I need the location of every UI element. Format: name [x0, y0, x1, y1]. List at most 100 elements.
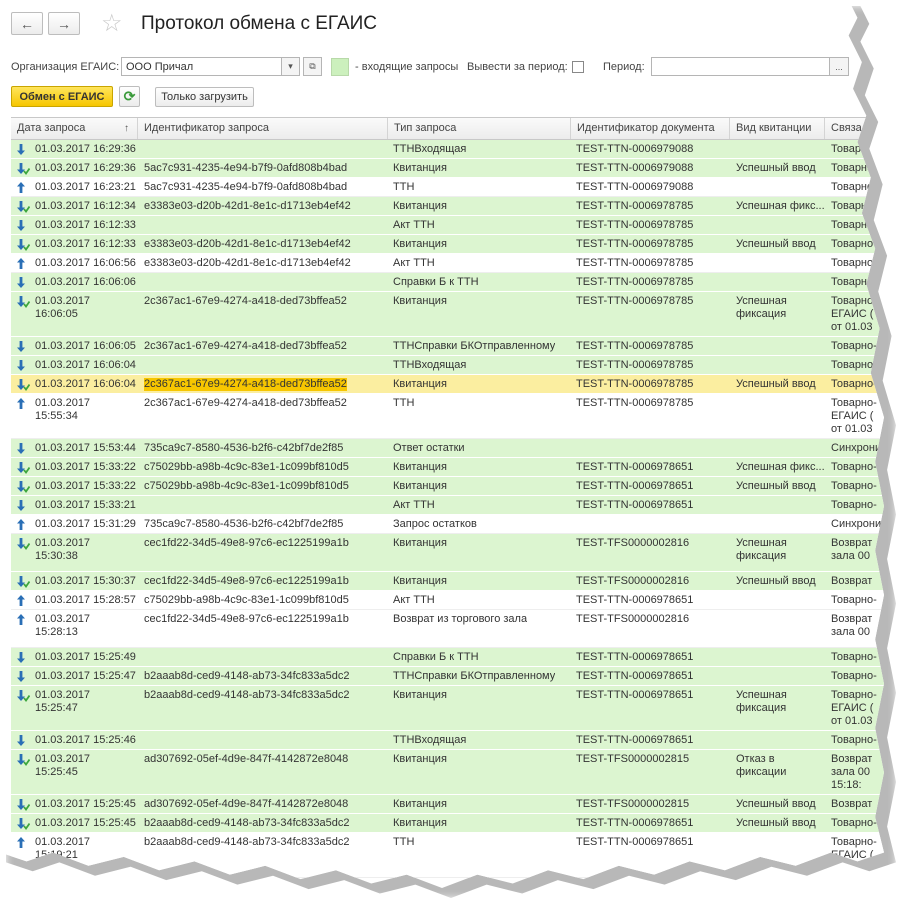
exchange-egais-button[interactable]: Обмен с ЕГАИС — [11, 86, 113, 107]
arrow-up-outgoing-icon — [17, 614, 25, 625]
cell-link: Товарно- ЕГАИС ( от 01.03 — [831, 689, 877, 727]
table-row[interactable]: 01.03.2017 16:12:33 Акт ТТН TEST-TTN-00069… — [11, 216, 884, 235]
table-row[interactable]: 01.03.2017 15:53:44 735ca9c7-8580-4536-b2… — [11, 439, 884, 458]
arrow-down-incoming-icon — [17, 360, 25, 371]
cell-date: 01.03.2017 15:25:49 — [35, 651, 136, 663]
cell-link: Товарно- — [831, 734, 877, 746]
cell-req: e3383e03-d20b-42d1-8e1c-d1713eb4ef42 — [144, 257, 351, 269]
period-select-button[interactable]: ... — [829, 57, 849, 76]
cell-date: 01.03.2017 16:23:21 — [35, 181, 136, 193]
table-row[interactable]: 01.03.2017 15:30:38 cec1fd22-34d5-49e8-97… — [11, 534, 884, 572]
cell-doc: TEST-TTN-0006979088 — [576, 162, 694, 174]
arrow-down-check-icon — [17, 379, 30, 391]
cell-req: c75029bb-a98b-4c9c-83e1-1c099bf810d5 — [144, 480, 349, 492]
cell-link: Товарно- — [831, 480, 877, 492]
cell-doc: TEST-TTN-0006978651 — [576, 461, 694, 473]
cell-type: Квитанция — [393, 798, 447, 810]
table-row[interactable]: 01.03.2017 15:31:29 735ca9c7-8580-4536-b2… — [11, 515, 884, 534]
cell-req: cec1fd22-34d5-49e8-97c6-ec1225199a1b — [144, 613, 349, 625]
cell-req: b2aaab8d-ced9-4148-ab73-34fc833a5dc2 — [144, 689, 350, 701]
cell-doc: TEST-TTN-0006978651 — [576, 594, 694, 606]
cell-link: Товарно- ЕГАИС ( от 01.03 — [831, 295, 877, 333]
forward-button[interactable]: → — [48, 12, 80, 35]
cell-kind: Успешная фиксация — [736, 295, 787, 320]
table-row[interactable]: 01.03.2017 15:25:45 ad307692-05ef-4d9e-84… — [11, 750, 884, 795]
arrow-down-incoming-icon — [17, 735, 25, 746]
table-row[interactable]: 01.03.2017 15:33:22 c75029bb-a98b-4c9c-83… — [11, 458, 884, 477]
cell-doc: TEST-TTN-0006978651 — [576, 817, 694, 829]
cell-doc: TEST-TFS0000002815 — [576, 798, 690, 810]
arrow-down-incoming-icon — [17, 220, 25, 231]
arrow-down-check-icon — [17, 754, 30, 766]
table-row[interactable]: 01.03.2017 15:25:45 b2aaab8d-ced9-4148-ab… — [11, 814, 884, 833]
table-row[interactable]: 01.03.2017 15:25:47 b2aaab8d-ced9-4148-ab… — [11, 686, 884, 731]
back-button[interactable]: ← — [11, 12, 43, 35]
arrow-down-check-icon — [17, 481, 30, 493]
table-row[interactable]: 01.03.2017 15:25:47 b2aaab8d-ced9-4148-ab… — [11, 667, 884, 686]
col-header-request-id[interactable]: Идентификатор запроса — [138, 118, 388, 139]
cell-doc: TEST-TFS0000002816 — [576, 613, 690, 625]
cell-doc: TEST-TTN-0006978785 — [576, 359, 694, 371]
cell-kind: Успешный ввод — [736, 480, 816, 492]
cell-date: 01.03.2017 16:06:06 — [35, 276, 136, 288]
cell-date: 01.03.2017 15:33:22 — [35, 480, 136, 492]
cell-req: 5ac7c931-4235-4e94-b7f9-0afd808b4bad — [144, 181, 348, 193]
cell-link: Возврат зала 00 — [831, 537, 873, 562]
col-header-request-type[interactable]: Тип запроса — [388, 118, 571, 139]
cell-doc: TEST-TTN-0006978785 — [576, 276, 694, 288]
table-row[interactable]: 01.03.2017 16:06:56 e3383e03-d20b-42d1-8e… — [11, 254, 884, 273]
table-row[interactable]: 01.03.2017 16:12:34 e3383e03-d20b-42d1-8e… — [11, 197, 884, 216]
arrow-down-check-icon — [17, 818, 30, 830]
table-row[interactable]: 01.03.2017 15:25:45 ad307692-05ef-4d9e-84… — [11, 795, 884, 814]
table-row[interactable]: 01.03.2017 15:33:21 Акт ТТН TEST-TTN-00069… — [11, 496, 884, 515]
table-row[interactable]: 01.03.2017 16:29:36 ТТНВходящая TEST-TTN-0… — [11, 140, 884, 159]
cell-req: 735ca9c7-8580-4536-b2f6-c42bf7de2f85 — [144, 442, 344, 454]
table-row[interactable]: 01.03.2017 15:30:37 cec1fd22-34d5-49e8-97… — [11, 572, 884, 591]
cell-link: Возврат — [831, 575, 873, 587]
favorite-star-icon[interactable]: ☆ — [101, 9, 123, 38]
table-row[interactable]: 01.03.2017 16:06:06 Справки Б к ТТН TEST-T… — [11, 273, 884, 292]
org-open-button[interactable]: ⧉ — [303, 57, 322, 76]
cell-type: Акт ТТН — [393, 257, 435, 269]
cell-doc: TEST-TTN-0006978785 — [576, 340, 694, 352]
table-row[interactable]: 01.03.2017 16:23:21 5ac7c931-4235-4e94-b7… — [11, 178, 884, 197]
org-dropdown-button[interactable]: ▾ — [281, 57, 300, 76]
cell-type: Акт ТТН — [393, 499, 435, 511]
col-header-date[interactable]: Дата запроса — [11, 118, 138, 139]
col-header-document-id[interactable]: Идентификатор документа — [571, 118, 730, 139]
table-row[interactable]: 01.03.2017 16:06:04 2c367ac1-67e9-4274-a4… — [11, 375, 884, 394]
page-title: Протокол обмена с ЕГАИС — [141, 13, 377, 34]
cell-type: Квитанция — [393, 238, 447, 250]
org-field[interactable]: ООО Причал — [121, 57, 282, 76]
col-header-receipt-kind[interactable]: Вид квитанции — [730, 118, 825, 139]
cell-req: b2aaab8d-ced9-4148-ab73-34fc833a5dc2 — [144, 670, 350, 682]
arrow-left-icon: ← — [20, 15, 34, 32]
arrow-down-incoming-icon — [17, 500, 25, 511]
refresh-button[interactable]: ⟳ — [119, 86, 140, 107]
table-row[interactable]: 01.03.2017 15:25:49 Справки Б к ТТН TEST-T… — [11, 648, 884, 667]
arrow-down-incoming-icon — [17, 277, 25, 288]
table-row[interactable]: 01.03.2017 16:29:36 5ac7c931-4235-4e94-b7… — [11, 159, 884, 178]
table-row[interactable]: 01.03.2017 15:25:46 ТТНВходящая TEST-TTN-0… — [11, 731, 884, 750]
table-row[interactable]: 01.03.2017 16:06:04 ТТНВходящая TEST-TTN-0… — [11, 356, 884, 375]
cell-doc: TEST-TTN-0006978651 — [576, 651, 694, 663]
period-checkbox[interactable] — [572, 61, 584, 73]
table-row[interactable]: 01.03.2017 15:28:13 cec1fd22-34d5-49e8-97… — [11, 610, 884, 648]
cell-doc: TEST-TTN-0006978651 — [576, 836, 694, 848]
table-row[interactable]: 01.03.2017 15:55:34 2c367ac1-67e9-4274-a4… — [11, 394, 884, 439]
table-row[interactable]: 01.03.2017 16:06:05 2c367ac1-67e9-4274-a4… — [11, 337, 884, 356]
table-row[interactable]: 01.03.2017 15:33:22 c75029bb-a98b-4c9c-83… — [11, 477, 884, 496]
table-row[interactable]: 01.03.2017 15:28:57 c75029bb-a98b-4c9c-83… — [11, 591, 884, 610]
table-row[interactable]: 01.03.2017 16:06:05 2c367ac1-67e9-4274-a4… — [11, 292, 884, 337]
table-row[interactable]: 01.03.2017 16:12:33 e3383e03-d20b-42d1-8e… — [11, 235, 884, 254]
cell-link: Товарно- — [831, 257, 877, 269]
cell-link: Товарно- — [831, 340, 877, 352]
cell-req: ad307692-05ef-4d9e-847f-4142872e8048 — [144, 753, 349, 765]
cell-req: c75029bb-a98b-4c9c-83e1-1c099bf810d5 — [144, 461, 349, 473]
load-only-button[interactable]: Только загрузить — [155, 87, 254, 107]
period-field[interactable] — [651, 57, 830, 76]
cell-link: Возврат зала 00 15:18: — [831, 753, 873, 791]
cell-link: Товарно- — [831, 594, 877, 606]
org-label: Организация ЕГАИС: — [11, 61, 120, 73]
open-form-icon: ⧉ — [309, 61, 316, 71]
